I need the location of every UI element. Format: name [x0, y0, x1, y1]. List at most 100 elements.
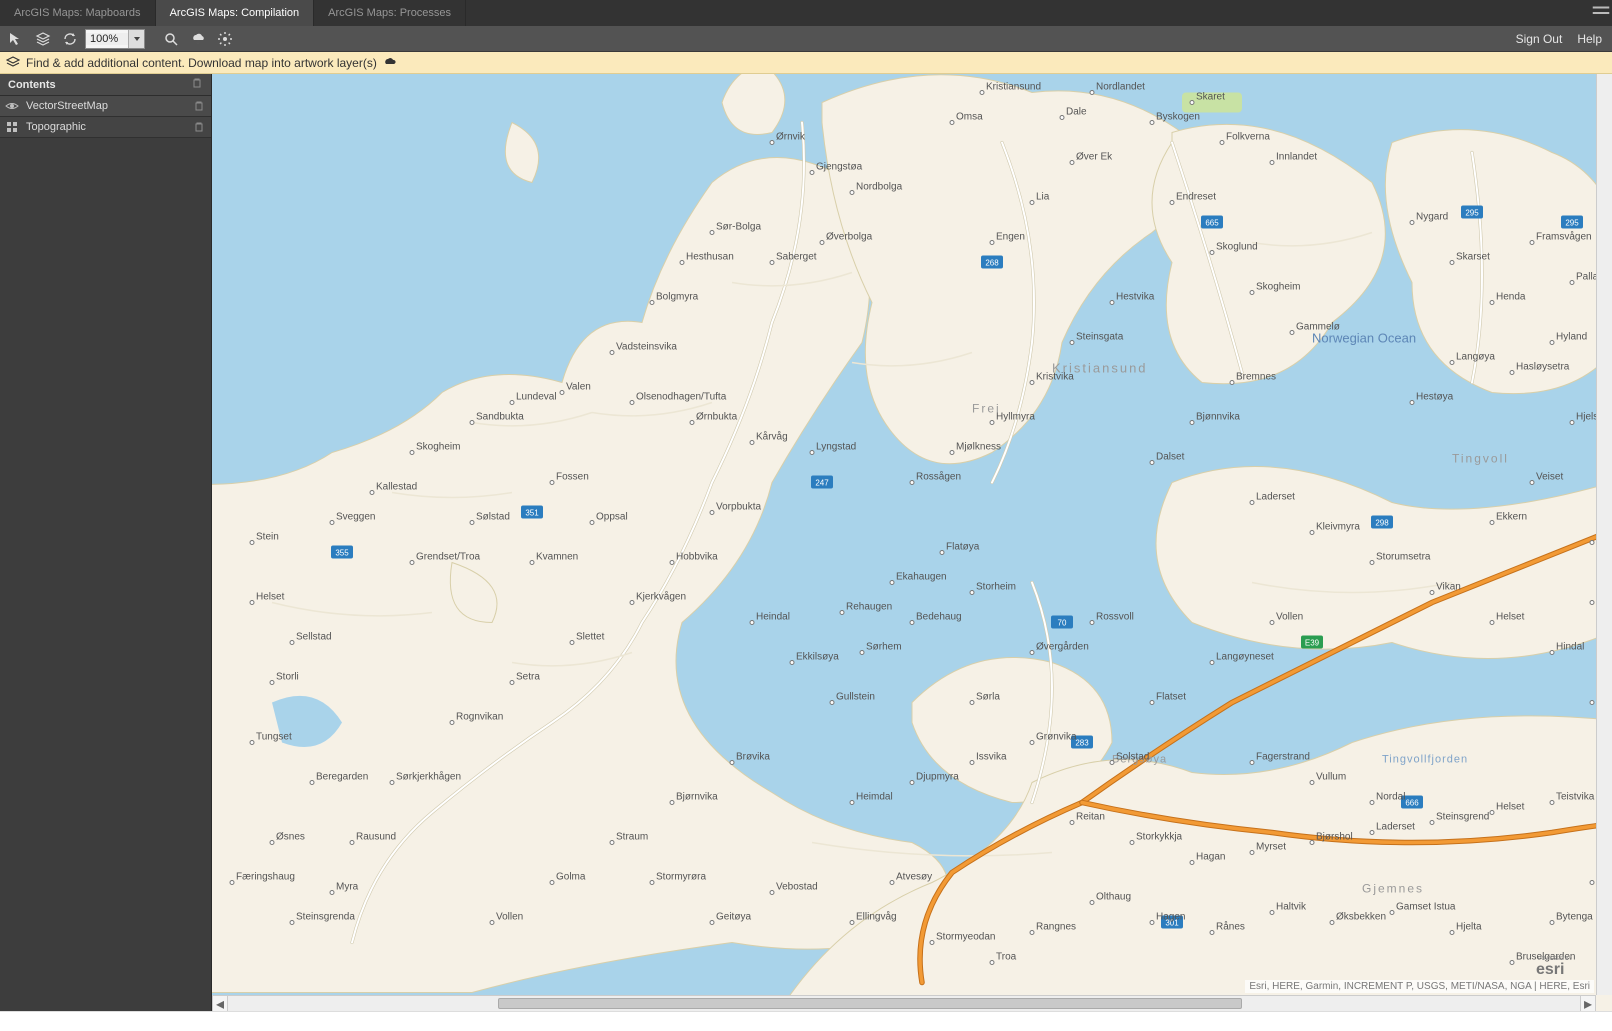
- svg-text:295: 295: [1465, 209, 1479, 218]
- svg-text:Hobbvika: Hobbvika: [676, 552, 718, 563]
- svg-text:Storkykkja: Storkykkja: [1136, 832, 1183, 843]
- svg-text:Fagerstrand: Fagerstrand: [1256, 752, 1310, 763]
- svg-text:Mjølkness: Mjølkness: [956, 442, 1001, 453]
- delete-layer-icon[interactable]: [187, 121, 211, 133]
- svg-text:Langøya: Langøya: [1456, 352, 1495, 363]
- hint-bar: Find & add additional content. Download …: [0, 52, 1612, 74]
- layers-hint-icon: [6, 56, 20, 70]
- svg-text:Grendset/Troa: Grendset/Troa: [416, 552, 481, 563]
- ocean-label: Norwegian Ocean: [1312, 331, 1416, 346]
- search-icon[interactable]: [159, 28, 183, 50]
- download-hint-icon[interactable]: [383, 56, 397, 70]
- svg-text:Sørla: Sørla: [976, 692, 1000, 703]
- panel-collapse-icon[interactable]: [1590, 0, 1612, 26]
- basemap-grid-icon[interactable]: [0, 120, 24, 134]
- tab-processes[interactable]: ArcGIS Maps: Processes: [314, 0, 466, 26]
- svg-text:247: 247: [815, 479, 829, 488]
- svg-text:Øvergården: Øvergården: [1036, 641, 1089, 653]
- svg-text:Slettet: Slettet: [576, 632, 605, 643]
- layer-name: VectorStreetMap: [24, 100, 187, 112]
- svg-text:Henda: Henda: [1496, 292, 1526, 303]
- svg-text:Valen: Valen: [566, 382, 591, 393]
- svg-text:Djupmyra: Djupmyra: [916, 772, 959, 783]
- settings-gear-icon[interactable]: [213, 28, 237, 50]
- svg-text:Skogheim: Skogheim: [416, 442, 460, 453]
- map-canvas[interactable]: 26824735170355E39283301666298295295665 N…: [212, 74, 1612, 1011]
- svg-text:Veiset: Veiset: [1536, 472, 1563, 483]
- svg-text:Sølstad: Sølstad: [476, 512, 510, 523]
- svg-text:Kristvika: Kristvika: [1036, 372, 1074, 383]
- zoom-dropdown-icon[interactable]: [128, 30, 144, 48]
- tabs-bar: ArcGIS Maps: Mapboards ArcGIS Maps: Comp…: [0, 0, 1612, 26]
- svg-text:Flatset: Flatset: [1156, 692, 1186, 703]
- visibility-icon[interactable]: [0, 99, 24, 113]
- svg-text:Ekkern: Ekkern: [1496, 512, 1527, 523]
- svg-text:665: 665: [1205, 219, 1219, 228]
- svg-text:Bjørshol: Bjørshol: [1316, 832, 1353, 843]
- svg-text:295: 295: [1565, 219, 1579, 228]
- svg-text:Nordlandet: Nordlandet: [1096, 82, 1145, 93]
- svg-text:Øverbolga: Øverbolga: [826, 232, 873, 243]
- svg-text:Steinsgata: Steinsgata: [1076, 332, 1124, 343]
- svg-text:Hagen: Hagen: [1156, 912, 1185, 923]
- svg-text:Gjemnes: Gjemnes: [1362, 882, 1424, 896]
- svg-text:Vadsteinsvika: Vadsteinsvika: [616, 342, 677, 353]
- zoom-select[interactable]: 100%: [85, 29, 145, 49]
- layer-row[interactable]: Topographic: [0, 117, 211, 138]
- svg-text:Tingvoll: Tingvoll: [1452, 452, 1509, 466]
- scrollbar-thumb[interactable]: [498, 998, 1242, 1009]
- svg-text:Øsnes: Øsnes: [276, 832, 305, 843]
- svg-text:Golma: Golma: [556, 872, 586, 883]
- svg-text:Gjengstøa: Gjengstøa: [816, 162, 863, 173]
- svg-text:Sandbukta: Sandbukta: [476, 412, 524, 423]
- svg-text:Oppsal: Oppsal: [596, 512, 628, 523]
- layers-icon[interactable]: [31, 28, 55, 50]
- help-link[interactable]: Help: [1571, 32, 1608, 46]
- svg-text:Laderset: Laderset: [1256, 492, 1295, 503]
- svg-text:Lundeval: Lundeval: [516, 392, 557, 403]
- svg-text:Folkverna: Folkverna: [1226, 132, 1270, 143]
- svg-text:Straum: Straum: [616, 832, 648, 843]
- svg-text:Hestvika: Hestvika: [1116, 292, 1155, 303]
- svg-text:Saberget: Saberget: [776, 252, 817, 263]
- svg-text:Olsenodhagen/Tufta: Olsenodhagen/Tufta: [636, 392, 727, 403]
- svg-text:Hjelta: Hjelta: [1456, 922, 1482, 933]
- svg-text:Sveggen: Sveggen: [336, 512, 375, 523]
- svg-text:Vollen: Vollen: [1276, 612, 1303, 623]
- svg-text:355: 355: [335, 549, 349, 558]
- svg-text:Omsa: Omsa: [956, 112, 983, 123]
- scroll-left-icon[interactable]: ◂: [212, 996, 228, 1011]
- svg-text:Vikan: Vikan: [1436, 582, 1461, 593]
- svg-text:Nygard: Nygard: [1416, 212, 1448, 223]
- select-tool-icon[interactable]: [4, 28, 28, 50]
- svg-text:Helset: Helset: [256, 592, 285, 603]
- download-cloud-icon[interactable]: [186, 28, 210, 50]
- map-area[interactable]: 26824735170355E39283301666298295295665 N…: [212, 74, 1612, 1011]
- svg-text:Haltvik: Haltvik: [1276, 902, 1307, 913]
- svg-text:Nordal: Nordal: [1376, 792, 1405, 803]
- svg-text:Skaret: Skaret: [1196, 92, 1225, 103]
- svg-text:Grønvika: Grønvika: [1036, 732, 1077, 743]
- delete-layer-icon[interactable]: [187, 100, 211, 112]
- svg-text:Skoglund: Skoglund: [1216, 242, 1258, 253]
- svg-text:Stormyeodan: Stormyeodan: [936, 932, 995, 943]
- svg-text:Hestøya: Hestøya: [1416, 392, 1454, 403]
- layer-row[interactable]: VectorStreetMap: [0, 96, 211, 117]
- svg-text:Engen: Engen: [996, 232, 1025, 243]
- svg-text:Øver Ek: Øver Ek: [1076, 152, 1113, 163]
- scroll-right-icon[interactable]: ▸: [1580, 996, 1596, 1011]
- tab-mapboards[interactable]: ArcGIS Maps: Mapboards: [0, 0, 156, 26]
- svg-text:Tingvollfjorden: Tingvollfjorden: [1382, 754, 1468, 766]
- svg-text:Fossen: Fossen: [556, 472, 589, 483]
- sign-out-link[interactable]: Sign Out: [1510, 32, 1569, 46]
- svg-text:Kvamnen: Kvamnen: [536, 552, 578, 563]
- svg-text:Gullstein: Gullstein: [836, 692, 875, 703]
- tab-compilation[interactable]: ArcGIS Maps: Compilation: [156, 0, 315, 26]
- sync-icon[interactable]: [58, 28, 82, 50]
- vertical-scrollbar[interactable]: [1596, 74, 1612, 995]
- clear-contents-icon[interactable]: [191, 77, 203, 92]
- horizontal-scrollbar[interactable]: ◂ ▸: [212, 995, 1596, 1011]
- esri-logo: POWERED BYesri: [1530, 952, 1590, 981]
- svg-text:Byskogen: Byskogen: [1156, 112, 1200, 123]
- svg-text:Kleivmyra: Kleivmyra: [1316, 522, 1360, 533]
